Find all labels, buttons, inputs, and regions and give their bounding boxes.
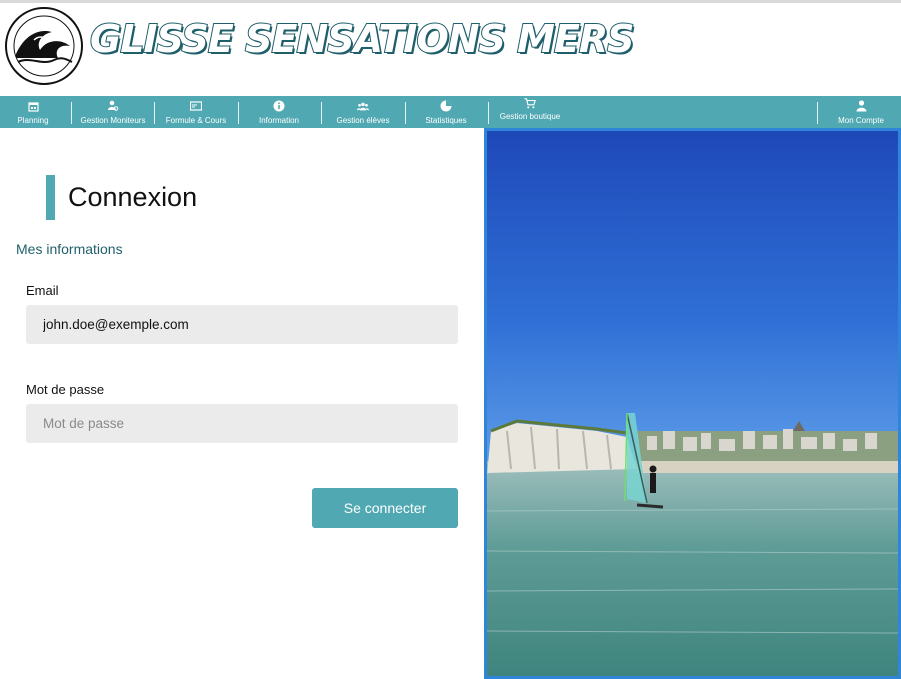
nav-divider: [817, 102, 818, 124]
person-icon: [855, 100, 867, 112]
nav-item-gestion-eleves[interactable]: Gestion élèves: [332, 96, 394, 128]
nav-item-gestion-boutique[interactable]: Gestion boutique: [495, 96, 565, 128]
password-label: Mot de passe: [26, 382, 105, 397]
nav-label: Gestion élèves: [336, 116, 390, 125]
login-panel: Connexion Mes informations Email Mot de …: [0, 128, 484, 679]
nav-label: Statistiques: [425, 116, 467, 125]
pie-chart-icon: [440, 100, 452, 112]
nav-item-mon-compte[interactable]: Mon Compte: [833, 96, 889, 128]
nav-divider: [238, 102, 239, 124]
nav-item-statistiques[interactable]: Statistiques: [420, 96, 472, 128]
login-button[interactable]: Se connecter: [312, 488, 458, 528]
email-label: Email: [26, 283, 59, 298]
board-icon: [190, 100, 202, 112]
nav-divider: [488, 102, 489, 124]
nav-item-information[interactable]: Information: [252, 96, 306, 128]
nav-label: Mon Compte: [838, 116, 884, 125]
title-accent-bar: [46, 175, 55, 220]
nav-label: Gestion Moniteurs: [80, 116, 146, 125]
calendar-icon: [27, 100, 39, 112]
user-search-icon: [107, 100, 119, 112]
section-heading: Mes informations: [16, 241, 123, 257]
nav-divider: [405, 102, 406, 124]
email-field[interactable]: [26, 305, 458, 344]
nav-divider: [154, 102, 155, 124]
info-icon: [273, 100, 285, 112]
nav-item-gestion-moniteurs[interactable]: Gestion Moniteurs: [75, 96, 151, 128]
nav-item-planning[interactable]: Planning: [10, 96, 56, 128]
nav-label: Information: [258, 116, 300, 125]
nav-divider: [71, 102, 72, 124]
main-navigation: Planning Gestion Moniteurs Formule & Cou…: [0, 96, 901, 128]
nav-label: Gestion boutique: [499, 112, 561, 121]
password-field[interactable]: [26, 404, 458, 443]
page-title: Connexion: [68, 182, 198, 212]
site-header: GLISSE SENSATIONS MERS: [0, 3, 901, 96]
club-logo[interactable]: [4, 6, 84, 86]
windsurf-photo: [484, 128, 901, 679]
users-icon: [357, 100, 369, 112]
nav-item-formule-cours[interactable]: Formule & Cours: [160, 96, 232, 128]
nav-label: Planning: [17, 116, 49, 125]
cart-icon: [524, 97, 536, 109]
nav-divider: [321, 102, 322, 124]
brand-name: GLISSE SENSATIONS MERS: [89, 16, 636, 62]
nav-label: Formule & Cours: [165, 116, 227, 125]
